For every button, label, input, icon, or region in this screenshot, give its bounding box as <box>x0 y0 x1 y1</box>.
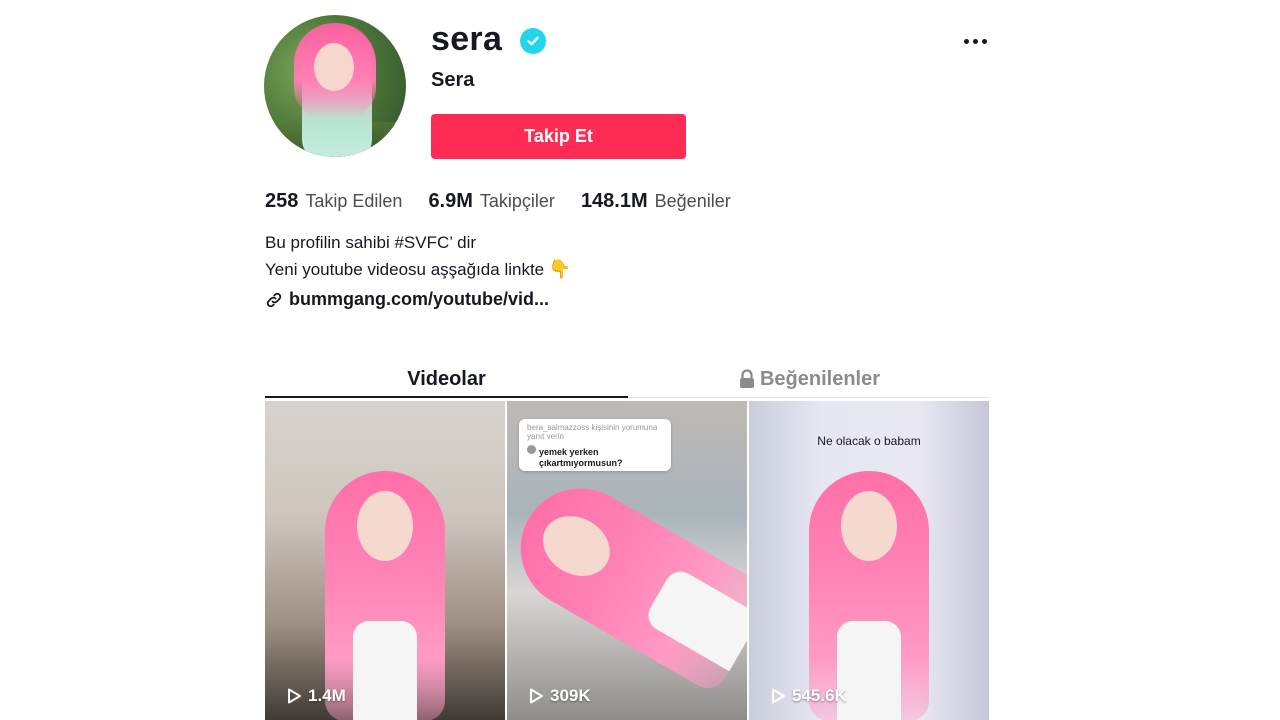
stat-likes-count: 148.1M <box>580 190 648 212</box>
stat-likes-label: Beğeniler <box>654 191 731 211</box>
stat-followers-label: Takipçiler <box>479 191 555 211</box>
comment-reply-text: yemek yerken çıkartmıyormusun? <box>539 447 623 468</box>
profile-avatar <box>264 15 406 157</box>
video-caption: Ne olacak o babam <box>817 434 921 448</box>
video-thumbnail[interactable]: Ne olacak o babam 545.6K <box>749 401 989 720</box>
stat-followers-count: 6.9M <box>428 190 473 212</box>
comment-reply-header: bera_salmazzoss kişisinin yorumuna yanıt… <box>527 423 658 441</box>
tab-liked-label: Beğenilenler <box>759 367 881 390</box>
avatar-face <box>314 43 354 91</box>
video-person-top <box>353 621 417 720</box>
video-person-face <box>841 491 897 561</box>
video-person <box>325 471 445 720</box>
video-view-count: 309K <box>550 686 591 705</box>
comment-reply-bubble: bera_salmazzoss kişisinin yorumuna yanıt… <box>519 419 671 471</box>
play-icon <box>530 688 543 704</box>
profile-stats: 258 Takip Edilen 6.9M Takipçiler 148.1M … <box>265 190 731 213</box>
bio-line-2-text: Yeni youtube videosu aşşağıda linkte <box>265 260 545 279</box>
follow-button[interactable]: Takip Et <box>431 114 686 159</box>
video-person-top <box>642 565 747 672</box>
profile-link-text: bummgang.com/youtube/vid... <box>289 289 550 309</box>
stat-following-count: 258 <box>265 190 299 212</box>
play-icon <box>288 688 301 704</box>
video-views: 309K <box>527 686 591 706</box>
profile-username: sera <box>431 20 503 58</box>
video-views: 1.4M <box>285 686 346 706</box>
stat-likes: 148.1M Beğeniler <box>581 190 731 213</box>
video-person <box>809 471 929 720</box>
tab-active-indicator <box>265 396 628 398</box>
video-view-count: 1.4M <box>308 686 346 705</box>
bio-line-1: Bu profilin sahibi #SVFC’ dir <box>265 233 477 252</box>
video-person <box>507 466 747 696</box>
pointing-down-emoji: 👇 <box>548 259 572 279</box>
tab-videos[interactable]: Videolar <box>265 360 628 398</box>
more-options-icon[interactable] <box>960 32 990 50</box>
lock-icon <box>739 369 754 388</box>
stat-following[interactable]: 258 Takip Edilen <box>265 190 402 213</box>
stat-following-label: Takip Edilen <box>305 191 403 211</box>
video-thumbnail[interactable]: bera_salmazzoss kişisinin yorumuna yanıt… <box>507 401 747 720</box>
video-views: 545.6K <box>769 686 847 706</box>
profile-bio: Bu profilin sahibi #SVFC’ dir Yeni youtu… <box>265 230 571 283</box>
video-person-face <box>532 504 621 588</box>
bio-line-2: Yeni youtube videosu aşşağıda linkte 👇 <box>265 256 571 283</box>
video-view-count: 545.6K <box>792 686 847 705</box>
video-thumbnail[interactable]: 1.4M <box>265 401 505 720</box>
stat-followers[interactable]: 6.9M Takipçiler <box>428 190 555 213</box>
tab-liked[interactable]: Beğenilenler <box>628 360 990 398</box>
verified-badge-icon <box>520 28 546 54</box>
profile-link[interactable]: bummgang.com/youtube/vid... <box>265 289 549 310</box>
link-icon <box>266 292 282 307</box>
video-person-face <box>357 491 413 561</box>
comment-avatar <box>527 445 536 454</box>
play-icon <box>772 688 785 704</box>
profile-display-name: Sera <box>431 69 475 91</box>
